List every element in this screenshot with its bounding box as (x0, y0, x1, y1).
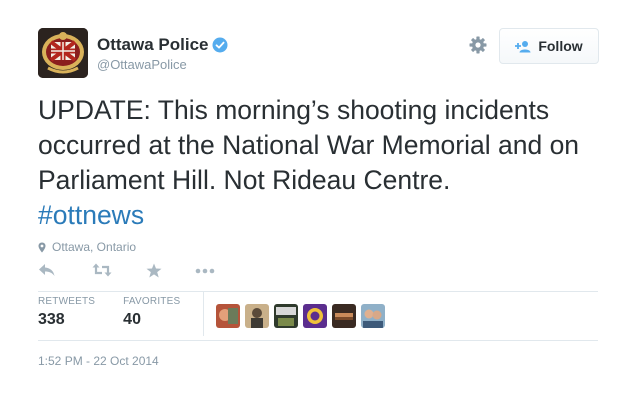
gear-icon[interactable] (468, 35, 488, 55)
star-icon[interactable] (146, 263, 162, 278)
tweet-location[interactable]: Ottawa, Ontario (38, 240, 136, 254)
location-label: Ottawa, Ontario (52, 240, 137, 254)
add-user-icon (515, 40, 531, 52)
stats-top-divider (38, 291, 598, 292)
favoriter-avatar[interactable] (245, 304, 269, 328)
retweets-stat[interactable]: RETWEETS 338 (38, 296, 95, 336)
favoriter-avatars (216, 304, 385, 328)
retweets-count: 338 (38, 311, 65, 328)
retweet-icon[interactable] (92, 263, 112, 277)
follow-label: Follow (538, 38, 583, 54)
tweet-text: UPDATE: This morning’s shooting incident… (38, 93, 618, 233)
favoriter-avatar[interactable] (361, 304, 385, 328)
favoriter-avatar[interactable] (274, 304, 298, 328)
police-crest-icon (38, 28, 88, 78)
stats-bottom-divider (38, 340, 598, 341)
hashtag-link[interactable]: #ottnews (38, 200, 144, 230)
tweet-timestamp[interactable]: 1:52 PM - 22 Oct 2014 (38, 354, 159, 368)
display-name[interactable]: Ottawa Police (97, 35, 208, 55)
favoriter-avatar[interactable] (216, 304, 240, 328)
follow-button[interactable]: Follow (499, 28, 599, 64)
user-name-row: Ottawa Police (97, 35, 228, 55)
favorites-count: 40 (123, 311, 141, 328)
favoriter-avatar[interactable] (303, 304, 327, 328)
tweet-card: Ottawa Police @OttawaPolice Follow UPDAT… (0, 0, 644, 404)
user-handle[interactable]: @OttawaPolice (97, 57, 187, 72)
favoriter-avatar[interactable] (332, 304, 356, 328)
location-pin-icon (38, 242, 46, 252)
favorites-stat[interactable]: FAVORITES 40 (123, 296, 180, 336)
more-dots-icon[interactable] (195, 268, 215, 274)
favorites-label: FAVORITES (123, 296, 181, 307)
verified-badge-icon (212, 37, 228, 53)
reply-icon[interactable] (38, 263, 56, 277)
stats-separator (203, 292, 204, 336)
retweets-label: RETWEETS (38, 296, 96, 307)
avatar[interactable] (38, 28, 88, 78)
tweet-body: UPDATE: This morning’s shooting incident… (38, 95, 580, 195)
tweet-stats: RETWEETS 338 FAVORITES 40 (38, 296, 208, 336)
